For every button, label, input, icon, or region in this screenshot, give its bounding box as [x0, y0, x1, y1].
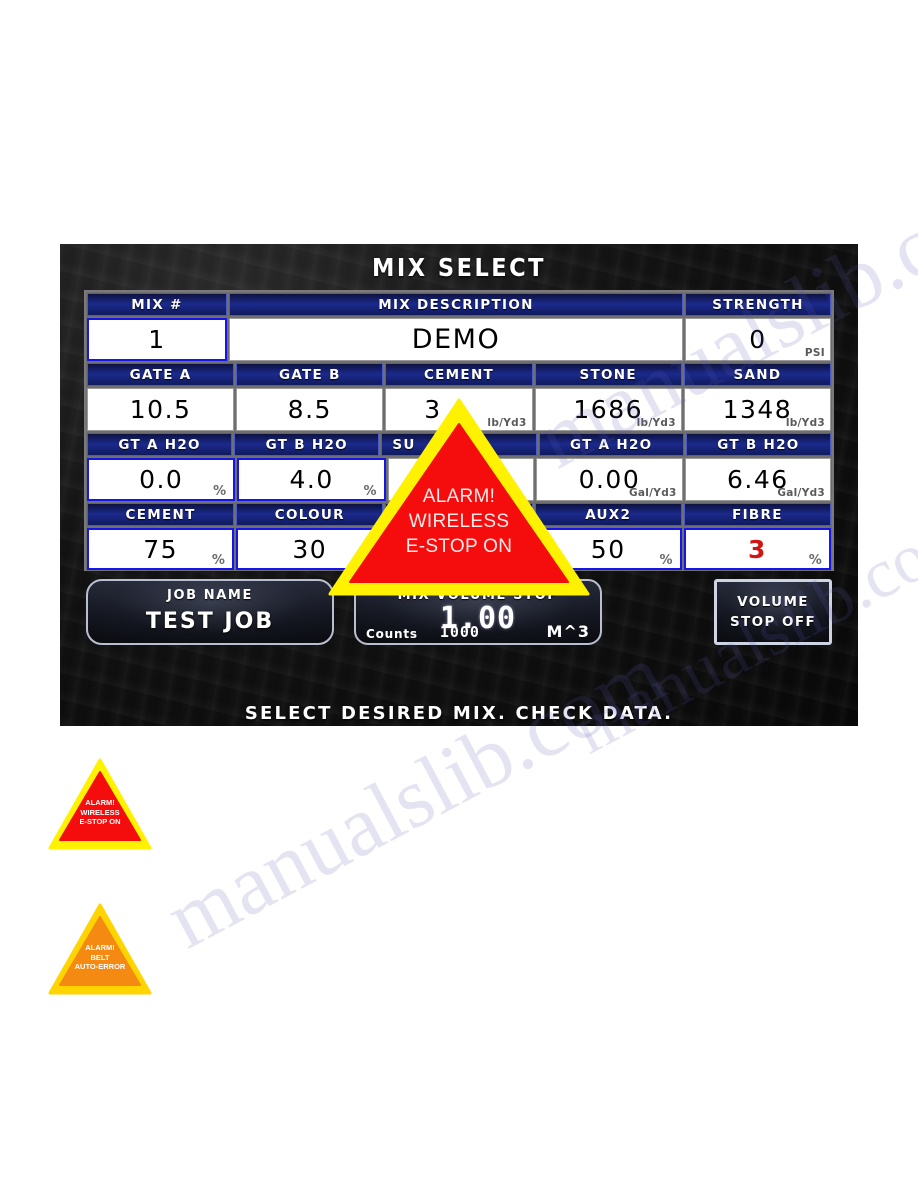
legend-alarm-message: ALARM! WIRELESS E-STOP ON [48, 798, 152, 827]
counts-label: Counts [366, 627, 418, 641]
value-gate-b: 8.5 [287, 395, 332, 424]
volume-stop-button-line2: STOP OFF [729, 614, 817, 630]
unit-aux2: % [659, 553, 673, 568]
header-gate-a: GATE A [87, 363, 235, 386]
table-header-row: GATE A GATE B CEMENT STONE SAND [86, 362, 832, 387]
header-sand: SAND [683, 363, 832, 386]
page-title: MIX SELECT [371, 253, 547, 282]
warning-triangle-icon [328, 398, 590, 596]
unit-fibre: % [808, 553, 823, 568]
field-mix-number[interactable]: 1 [87, 318, 227, 361]
unit-strength: PSI [804, 347, 825, 359]
header-strength: STRENGTH [685, 293, 831, 316]
value-aux2: 50 [590, 534, 626, 564]
field-gate-a[interactable]: 10.5 [87, 388, 235, 431]
header-mix-number: MIX # [87, 293, 227, 316]
legend-line-3: E-STOP ON [79, 817, 121, 826]
job-name-label: JOB NAME [167, 588, 253, 603]
job-name-panel[interactable]: JOB NAME TEST JOB [86, 579, 334, 645]
field-gate-a-h2o-pct[interactable]: 0.0 % [87, 458, 236, 501]
value-sand: 1348 [722, 395, 793, 424]
value-mix-description: DEMO [411, 324, 501, 355]
volume-stop-button-line1: VOLUME [737, 594, 809, 610]
unit-gate-a-h2o-gal: Gal/Yd3 [628, 487, 677, 499]
legend-line-2: BELT [90, 952, 110, 962]
field-cement-pct[interactable]: 75 % [87, 528, 235, 570]
unit-gate-b-h2o-gal: Gal/Yd3 [777, 487, 826, 499]
field-strength[interactable]: 0 PSI [685, 318, 831, 361]
value-cement-pct: 75 [143, 534, 178, 564]
legend-alarm-wireless-estop: ALARM! WIRELESS E-STOP ON [48, 758, 152, 850]
header-gate-b-h2o-gal: GT B H2O [685, 433, 832, 456]
unit-cement-pct: % [211, 553, 226, 568]
value-mix-number: 1 [148, 325, 166, 354]
header-cement-pct: CEMENT [87, 503, 235, 526]
value-fibre: 3 [747, 534, 767, 564]
counts-value: 1000 [439, 623, 480, 641]
table-row: 1 DEMO 0 PSI [86, 317, 832, 362]
volume-unit: M^3 [546, 622, 590, 641]
header-mix-description: MIX DESCRIPTION [229, 293, 683, 316]
status-message: SELECT DESIRED MIX. CHECK DATA. [244, 703, 674, 724]
unit-gate-a-h2o-pct: % [213, 484, 227, 499]
field-fibre[interactable]: 3 % [683, 528, 832, 570]
legend-alarm-message: ALARM! BELT AUTO-ERROR [48, 943, 152, 972]
value-strength: 0 [749, 325, 767, 354]
mix-volume-stop-footer: Counts 1000 M^3 [356, 622, 600, 641]
job-name-value: TEST JOB [145, 609, 275, 634]
alarm-overlay-wireless-estop[interactable]: ALARM! WIRELESS E-STOP ON [328, 398, 590, 596]
unit-sand: lb/Yd3 [785, 417, 826, 429]
header-stone: STONE [534, 363, 682, 386]
field-sand[interactable]: 1348 lb/Yd3 [683, 388, 832, 431]
header-gate-a-h2o-pct: GT A H2O [87, 433, 233, 456]
legend-line-2: WIRELESS [80, 807, 120, 817]
table-header-row: MIX # MIX DESCRIPTION STRENGTH [86, 292, 832, 317]
legend-line-1: ALARM! [85, 798, 115, 807]
header-fibre: FIBRE [683, 503, 832, 526]
legend-line-3: AUTO-ERROR [74, 962, 126, 971]
field-gate-b-h2o-gal[interactable]: 6.46 Gal/Yd3 [684, 458, 832, 501]
legend-alarm-belt-auto-error: ALARM! BELT AUTO-ERROR [48, 903, 152, 995]
field-mix-description[interactable]: DEMO [229, 318, 683, 361]
header-gate-b: GATE B [236, 363, 384, 386]
unit-stone: lb/Yd3 [636, 417, 676, 429]
header-cement: CEMENT [385, 363, 533, 386]
value-gate-a-h2o-pct: 0.0 [139, 465, 184, 494]
legend-line-1: ALARM! [85, 943, 115, 952]
value-gate-a: 10.5 [129, 395, 192, 424]
value-colour: 30 [292, 534, 328, 564]
volume-stop-off-button[interactable]: VOLUME STOP OFF [714, 579, 832, 645]
